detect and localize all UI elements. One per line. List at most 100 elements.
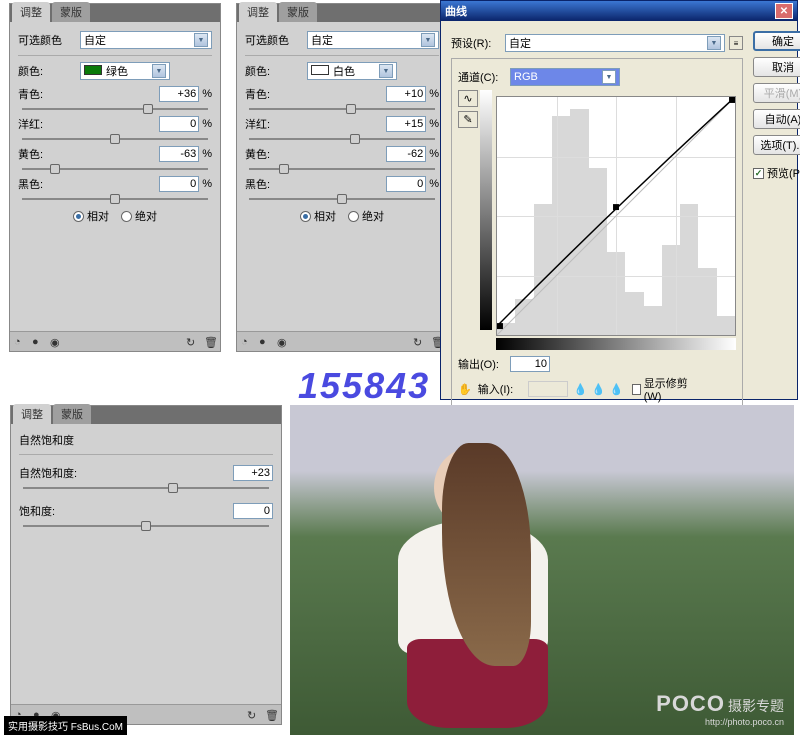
selective-color-panel-2: 调整 蒙版 可选颜色自定▼ 颜色:白色▼ 青色:+10% 洋红:+15% 黄色:… bbox=[236, 3, 448, 352]
tab-bar: 调整 蒙版 bbox=[11, 406, 281, 424]
cyan-slider[interactable] bbox=[22, 108, 208, 110]
reset-icon[interactable]: ↻ bbox=[186, 336, 198, 348]
black-input[interactable]: 0 bbox=[159, 176, 199, 192]
smooth-button: 平滑(M) bbox=[753, 83, 800, 103]
channel-label: 通道(C): bbox=[458, 69, 510, 85]
eyedropper-white-icon[interactable]: 💧 bbox=[610, 383, 622, 395]
delete-icon[interactable]: 🗑 bbox=[265, 709, 277, 721]
tab-adjust[interactable]: 调整 bbox=[13, 404, 51, 424]
options-button[interactable]: 选项(T)... bbox=[753, 135, 800, 155]
curve-tool-icon[interactable]: ∿ bbox=[458, 90, 478, 107]
yellow-slider[interactable] bbox=[22, 168, 208, 170]
tab-bar: 调整 蒙版 bbox=[10, 4, 220, 22]
eye-icon[interactable]: ◉ bbox=[277, 336, 289, 348]
relative-radio[interactable]: 相对 bbox=[300, 208, 336, 224]
preset-combo[interactable]: 自定▼ bbox=[307, 31, 439, 49]
dialog-title: 曲线 bbox=[445, 3, 467, 19]
eyedropper-gray-icon[interactable]: 💧 bbox=[592, 383, 604, 395]
close-button[interactable]: ✕ bbox=[775, 3, 793, 19]
chevron-down-icon: ▼ bbox=[152, 64, 166, 78]
color-combo[interactable]: 白色▼ bbox=[307, 62, 397, 80]
adjustment-icon[interactable]: ◔ bbox=[14, 336, 26, 348]
color-combo[interactable]: 绿色 ▼ bbox=[80, 62, 170, 80]
auto-button[interactable]: 自动(A) bbox=[753, 109, 800, 129]
pencil-tool-icon[interactable]: ✎ bbox=[458, 111, 478, 128]
preview-checkbox[interactable]: 预览(P) bbox=[753, 165, 800, 181]
visibility-icon[interactable]: ● bbox=[32, 336, 44, 348]
show-clip-checkbox[interactable]: 显示修剪(W) bbox=[632, 375, 692, 403]
black-input[interactable]: 0 bbox=[386, 176, 426, 192]
eye-icon[interactable]: ◉ bbox=[50, 336, 62, 348]
vibrance-panel: 调整 蒙版 自然饱和度 自然饱和度:+23 饱和度:0 ◔●◉ ↻🗑 bbox=[10, 405, 282, 725]
channel-combo[interactable]: RGB▼ bbox=[510, 68, 620, 86]
cyan-input[interactable]: +36 bbox=[159, 86, 199, 102]
black-slider[interactable] bbox=[249, 198, 435, 200]
color-label: 颜色: bbox=[18, 63, 78, 79]
cyan-input[interactable]: +10 bbox=[386, 86, 426, 102]
curve-graph[interactable] bbox=[496, 96, 736, 336]
yellow-slider[interactable] bbox=[249, 168, 435, 170]
tab-mask[interactable]: 蒙版 bbox=[279, 2, 317, 22]
black-slider[interactable] bbox=[22, 198, 208, 200]
preset-label: 可选颜色 bbox=[245, 32, 305, 48]
magenta-slider[interactable] bbox=[22, 138, 208, 140]
output-input[interactable]: 10 bbox=[510, 356, 550, 372]
curves-dialog: 曲线 ✕ 预设(R):自定▼ ≡ 通道(C):RGB▼ ∿ ✎ bbox=[440, 0, 798, 400]
tab-mask[interactable]: 蒙版 bbox=[52, 2, 90, 22]
tab-adjust[interactable]: 调整 bbox=[12, 2, 50, 22]
preset-combo[interactable]: 自定▼ bbox=[505, 34, 725, 52]
input-input[interactable] bbox=[528, 381, 568, 397]
eyedropper-black-icon[interactable]: 💧 bbox=[574, 383, 586, 395]
cyan-slider[interactable] bbox=[249, 108, 435, 110]
panel-icon-bar: ◔ ● ◉ ↻ 🗑 bbox=[10, 331, 220, 351]
dialog-titlebar[interactable]: 曲线 ✕ bbox=[441, 1, 797, 21]
selective-color-panel-1: 调整 蒙版 可选颜色 自定▼ 颜色: 绿色 ▼ 青色:+36% 洋红:0% 黄色… bbox=[9, 3, 221, 352]
reset-icon[interactable]: ↻ bbox=[413, 336, 425, 348]
reset-icon[interactable]: ↻ bbox=[247, 709, 259, 721]
magenta-label: 洋红: bbox=[18, 116, 43, 132]
preset-label: 预设(R): bbox=[451, 35, 503, 51]
result-photo: POCO 摄影专题 http://photo.poco.cn bbox=[290, 405, 794, 735]
color-swatch-icon bbox=[311, 65, 329, 75]
magenta-input[interactable]: +15 bbox=[386, 116, 426, 132]
preset-label: 可选颜色 bbox=[18, 32, 78, 48]
ok-button[interactable]: 确定 bbox=[753, 31, 800, 51]
preset-menu-icon[interactable]: ≡ bbox=[729, 36, 743, 50]
panel-icon-bar: ◔●◉ ↻🗑 bbox=[237, 331, 447, 351]
saturation-slider[interactable] bbox=[23, 525, 269, 527]
vibrance-label: 自然饱和度: bbox=[19, 465, 77, 481]
output-gradient bbox=[480, 90, 492, 330]
saturation-label: 饱和度: bbox=[19, 503, 55, 519]
color-swatch-icon bbox=[84, 65, 102, 75]
delete-icon[interactable]: 🗑 bbox=[204, 336, 216, 348]
cancel-button[interactable]: 取消 bbox=[753, 57, 800, 77]
absolute-radio[interactable]: 绝对 bbox=[121, 208, 157, 224]
tab-bar: 调整 蒙版 bbox=[237, 4, 447, 22]
magenta-slider[interactable] bbox=[249, 138, 435, 140]
vibrance-slider[interactable] bbox=[23, 487, 269, 489]
visibility-icon[interactable]: ● bbox=[259, 336, 271, 348]
output-label: 输出(O): bbox=[458, 356, 510, 372]
color-label: 颜色: bbox=[245, 63, 305, 79]
relative-radio[interactable]: 相对 bbox=[73, 208, 109, 224]
saturation-input[interactable]: 0 bbox=[233, 503, 273, 519]
yellow-input[interactable]: -62 bbox=[386, 146, 426, 162]
panel-title: 自然饱和度 bbox=[19, 430, 273, 450]
preset-combo[interactable]: 自定▼ bbox=[80, 31, 212, 49]
adjustment-icon[interactable]: ◔ bbox=[241, 336, 253, 348]
yellow-input[interactable]: -63 bbox=[159, 146, 199, 162]
vibrance-input[interactable]: +23 bbox=[233, 465, 273, 481]
chevron-down-icon: ▼ bbox=[379, 64, 393, 78]
magenta-input[interactable]: 0 bbox=[159, 116, 199, 132]
poco-watermark: POCO 摄影专题 http://photo.poco.cn bbox=[656, 691, 784, 727]
chevron-down-icon: ▼ bbox=[707, 36, 721, 50]
chevron-down-icon: ▼ bbox=[194, 33, 208, 47]
input-label: 输入(I): bbox=[478, 381, 522, 397]
hand-tool-icon[interactable]: ✋ bbox=[458, 383, 472, 396]
absolute-radio[interactable]: 绝对 bbox=[348, 208, 384, 224]
footer-watermark: 实用摄影技巧 FsBus.CoM bbox=[4, 716, 127, 735]
tab-adjust[interactable]: 调整 bbox=[239, 2, 277, 22]
black-label: 黑色: bbox=[18, 176, 43, 192]
chevron-down-icon: ▼ bbox=[602, 70, 616, 84]
tab-mask[interactable]: 蒙版 bbox=[53, 404, 91, 424]
